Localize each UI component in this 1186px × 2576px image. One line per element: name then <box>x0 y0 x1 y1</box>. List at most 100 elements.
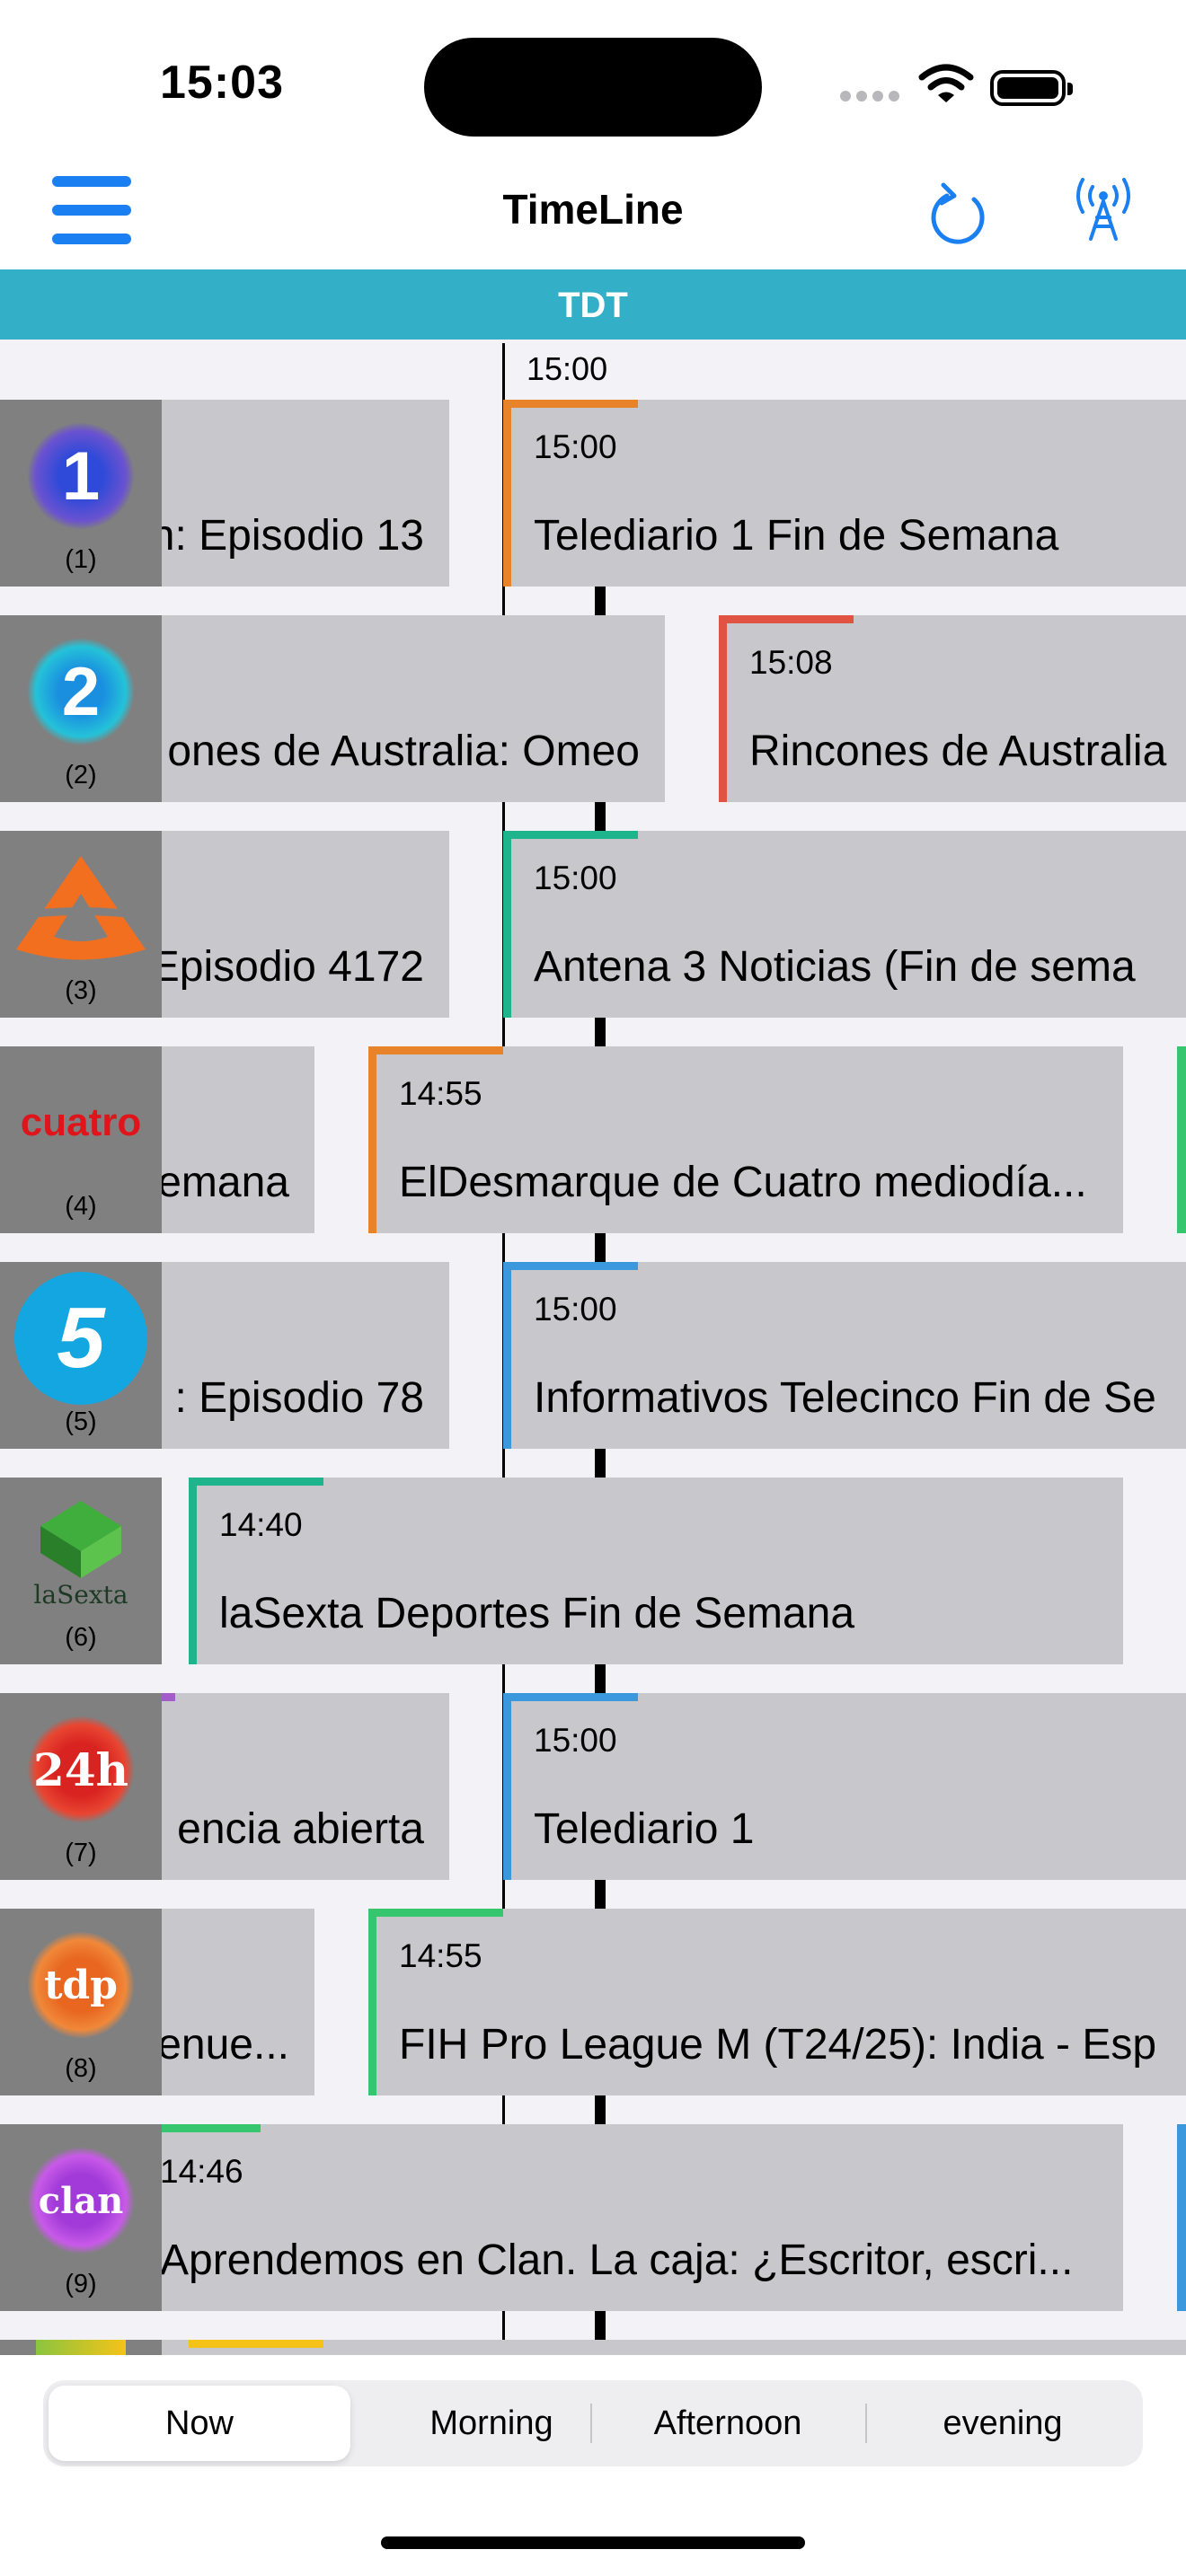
tab-evening[interactable]: evening <box>868 2386 1137 2461</box>
channel-number: (4) <box>65 1192 97 1221</box>
program-block[interactable]: 15:08 Rincones de Australia <box>719 615 1186 802</box>
accent-bar <box>719 615 854 623</box>
program-title: Telediario 1 Fin de Semana <box>534 512 1059 560</box>
antenna-icon[interactable] <box>1067 176 1139 249</box>
channel-logo-la2: 2 <box>0 633 162 750</box>
program-block[interactable]: ones de Australia: Omeo <box>135 615 665 802</box>
program-time: 14:55 <box>399 1937 482 1974</box>
channel-number: (3) <box>65 976 97 1005</box>
program-title: laSexta Deportes Fin de Semana <box>219 1590 855 1637</box>
tab-afternoon[interactable]: Afternoon <box>593 2386 863 2461</box>
next-program-edge <box>1177 2124 1186 2311</box>
accent-bar <box>503 400 638 408</box>
channel-logo-clan: clan <box>0 2142 162 2259</box>
timeline-time-label: 15:00 <box>527 350 608 387</box>
channel-number: (7) <box>65 1839 97 1867</box>
program-title: Antena 3 Noticias (Fin de sema <box>534 943 1136 991</box>
program-block[interactable]: 14:55 FIH Pro League M (T24/25): India -… <box>368 1909 1186 2095</box>
accent-bar <box>503 1262 638 1270</box>
program-block[interactable]: Episodio 4172 <box>135 831 449 1018</box>
channel-number: (2) <box>65 761 97 790</box>
program-title: ElDesmarque de Cuatro mediodía... <box>399 1159 1087 1206</box>
accent-bar <box>503 1262 511 1449</box>
channel-logo-24h: 24h <box>0 1711 162 1828</box>
channel-number: (9) <box>65 2270 97 2298</box>
channel-cell[interactable]: laSexta (6) <box>0 1478 162 1664</box>
program-block[interactable]: encia abierta <box>135 1693 449 1880</box>
channel-number: (8) <box>65 2054 97 2083</box>
tab-now[interactable]: Now <box>49 2386 350 2461</box>
program-title: Telediario 1 <box>534 1805 755 1853</box>
segment-divider <box>865 2404 867 2443</box>
channel-logo-telecinco: 5 <box>0 1272 162 1405</box>
accent-bar <box>189 2340 323 2348</box>
dynamic-island <box>424 38 762 137</box>
program-block[interactable]: 15:00 Antena 3 Noticias (Fin de sema <box>503 831 1186 1018</box>
channel-cell[interactable]: 5 (5) <box>0 1262 162 1449</box>
accent-bar <box>368 1046 503 1054</box>
channel-cell[interactable] <box>0 2340 162 2355</box>
channel-logo-cuatro: cuatro <box>20 1100 142 1144</box>
accent-bar <box>368 1909 376 2095</box>
program-time: 15:08 <box>749 644 833 681</box>
channel-cell[interactable]: cuatro (4) <box>0 1046 162 1233</box>
home-indicator <box>381 2536 805 2549</box>
program-time: 14:55 <box>399 1075 482 1112</box>
program-time: 15:00 <box>534 428 617 465</box>
refresh-icon[interactable] <box>927 178 990 251</box>
program-block[interactable]: enue... <box>135 1909 314 2095</box>
program-time: 15:00 <box>534 860 617 896</box>
channel-cell[interactable]: clan (9) <box>0 2124 162 2311</box>
segment-divider <box>590 2404 592 2443</box>
accent-bar <box>189 1478 197 1664</box>
channel-logo-antena3 <box>0 849 162 966</box>
program-block[interactable]: 15:00 Informativos Telecinco Fin de Se <box>503 1262 1186 1449</box>
accent-bar <box>368 1909 503 1917</box>
program-block[interactable]: 15:00 Telediario 1 <box>503 1693 1186 1880</box>
wifi-icon <box>918 63 974 110</box>
channel-logo-lasexta: laSexta <box>0 1495 162 1612</box>
channel-cell[interactable]: 24h (7) <box>0 1693 162 1880</box>
cellular-signal-icon <box>840 90 905 106</box>
channel-number: (1) <box>65 545 97 574</box>
page-title: TimeLine <box>502 186 684 233</box>
program-block[interactable]: 15:00 Telediario 1 Fin de Semana <box>503 400 1186 587</box>
program-title: Informativos Telecinco Fin de Se <box>534 1374 1156 1422</box>
tab-morning[interactable]: Morning <box>361 2386 622 2461</box>
program-block[interactable]: : Episodio 78 <box>135 1262 449 1449</box>
tdt-band: TDT <box>0 269 1186 340</box>
accent-bar <box>503 1693 638 1701</box>
channel-cell[interactable]: 1 (1) <box>0 400 162 587</box>
accent-bar <box>503 400 511 587</box>
program-block[interactable]: 14:46 Aprendemos en Clan. La caja: ¿Escr… <box>135 2124 1123 2311</box>
accent-bar <box>189 1478 323 1486</box>
channel-logo-tdp: tdp <box>0 1927 162 2043</box>
program-title: Aprendemos en Clan. La caja: ¿Escritor, … <box>160 2236 1074 2284</box>
channel-logo-la1: 1 <box>0 418 162 534</box>
program-title: Rincones de Australia <box>749 728 1167 775</box>
accent-bar <box>503 831 511 1018</box>
accent-bar <box>503 1693 511 1880</box>
accent-bar <box>503 831 638 839</box>
channel-number: (6) <box>65 1623 97 1652</box>
program-block[interactable]: n: Episodio 13 <box>135 400 449 587</box>
program-block[interactable] <box>135 2340 1186 2355</box>
next-program-edge <box>1177 1046 1186 1233</box>
program-time: 14:40 <box>219 1506 303 1543</box>
channel-number: (5) <box>65 1407 97 1436</box>
channel-cell[interactable]: tdp (8) <box>0 1909 162 2095</box>
battery-icon <box>990 70 1073 106</box>
program-block[interactable]: 14:55 ElDesmarque de Cuatro mediodía... <box>368 1046 1123 1233</box>
program-title: FIH Pro League M (T24/25): India - Esp <box>399 2021 1157 2069</box>
channel-logo-partial <box>36 2340 126 2355</box>
program-time: 14:46 <box>160 2153 243 2190</box>
program-block[interactable]: 14:40 laSexta Deportes Fin de Semana <box>189 1478 1123 1664</box>
program-time: 15:00 <box>534 1722 617 1759</box>
channel-cell[interactable]: (3) <box>0 831 162 1018</box>
program-time: 15:00 <box>534 1291 617 1328</box>
accent-bar <box>368 1046 376 1233</box>
channel-cell[interactable]: 2 (2) <box>0 615 162 802</box>
program-block[interactable]: emana <box>135 1046 314 1233</box>
time-period-segmented-control[interactable]: Now Morning Afternoon evening <box>43 2380 1143 2466</box>
status-time: 15:03 <box>160 57 284 109</box>
